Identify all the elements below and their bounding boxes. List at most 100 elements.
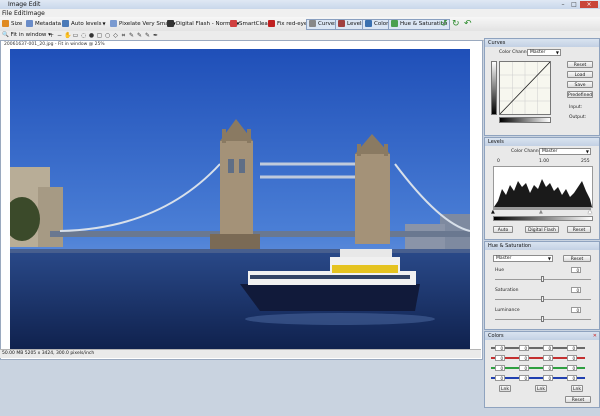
input-low-value: 0: [497, 159, 500, 164]
smartclean-button[interactable]: SmartClean: [230, 19, 271, 29]
rotate-right-icon[interactable]: ↻: [452, 19, 460, 29]
levels-channel-select[interactable]: Master ▼: [539, 148, 591, 155]
crop-icon[interactable]: ⌗: [120, 32, 127, 39]
color-value[interactable]: 0: [567, 365, 577, 371]
levels-reset-button[interactable]: Reset: [567, 226, 591, 233]
link-button[interactable]: Lnk: [535, 385, 547, 392]
eyedropper-plus-icon[interactable]: ✎: [136, 32, 143, 39]
color-value[interactable]: 0: [567, 345, 577, 351]
close-button[interactable]: ×: [580, 1, 598, 8]
close-icon[interactable]: ✕: [593, 332, 597, 340]
colors-header: Colors ✕: [485, 332, 599, 340]
link-button[interactable]: Lnk: [499, 385, 511, 392]
auto-levels-button[interactable]: Auto levels▼: [62, 19, 106, 29]
maximize-button[interactable]: □: [569, 1, 579, 8]
color-value[interactable]: 0: [519, 355, 529, 361]
zoom-select[interactable]: 🔍 Fit in window ▾: [2, 32, 51, 38]
luminance-value[interactable]: 0: [571, 307, 581, 313]
zoom-out-icon[interactable]: −: [56, 32, 63, 39]
auto-levels-icon: [62, 20, 69, 27]
saturation-value[interactable]: 0: [571, 287, 581, 293]
color-value[interactable]: 0: [519, 365, 529, 371]
chevron-down-icon: ▼: [547, 256, 551, 261]
color-row: 0 0 0 0: [487, 363, 597, 372]
color-value[interactable]: 0: [567, 375, 577, 381]
hue-slider-thumb[interactable]: [541, 276, 544, 282]
white-point-handle[interactable]: ▲: [588, 209, 592, 215]
curves-reset-button[interactable]: Reset: [567, 61, 593, 68]
menu-image[interactable]: Image: [26, 10, 45, 17]
undo-icon[interactable]: ↶: [464, 19, 472, 29]
minimize-button[interactable]: –: [558, 1, 568, 8]
luminance-slider-thumb[interactable]: [541, 316, 544, 322]
output-label: Output:: [569, 115, 587, 120]
saturation-slider-thumb[interactable]: [541, 296, 544, 302]
pen-icon[interactable]: ✒: [152, 32, 159, 39]
hue-saturation-header: Hue & Saturation: [485, 242, 599, 250]
hue-saturation-icon: [391, 20, 398, 27]
hue-reset-button[interactable]: Reset: [563, 255, 591, 262]
redeye-icon: [268, 20, 275, 27]
color-value[interactable]: 0: [519, 375, 529, 381]
status-bar: 50.00 MB 5205 x 3424, 300.0 pixels/inch: [0, 349, 481, 358]
size-button[interactable]: Size: [2, 19, 22, 29]
zoom-in-icon[interactable]: +: [48, 32, 55, 39]
digital-flash-button[interactable]: Digital Flash - Normal▼: [167, 19, 239, 29]
brush-icon[interactable]: ●: [88, 32, 95, 39]
gamma-handle[interactable]: ▲: [539, 209, 543, 215]
marquee-icon[interactable]: ▭: [72, 32, 79, 39]
curves-channel-select[interactable]: Master ▼: [527, 49, 561, 56]
color-value[interactable]: 0: [543, 355, 553, 361]
ellipse-icon[interactable]: ○: [104, 32, 111, 39]
metadata-button[interactable]: Metadata: [26, 19, 61, 29]
photo-canvas[interactable]: [10, 49, 470, 355]
link-button[interactable]: Lnk: [571, 385, 583, 392]
main-toolbar: Size Metadata Auto levels▼ Pixelate Very…: [0, 17, 600, 32]
hue-value[interactable]: 0: [571, 267, 581, 273]
lasso-icon[interactable]: ◌: [80, 32, 87, 39]
color-value[interactable]: 0: [543, 345, 553, 351]
color-value[interactable]: 0: [495, 355, 505, 361]
color-row: 0 0 0 0: [487, 353, 597, 362]
levels-panel: Levels Color Channel: Master ▼ 0 1.00 255…: [484, 137, 600, 240]
curves-load-button[interactable]: Load: [567, 71, 593, 78]
hue-channel-select[interactable]: Master ▼: [493, 255, 553, 262]
color-value[interactable]: 0: [543, 375, 553, 381]
input-label: Input:: [569, 105, 583, 110]
lasso-poly-icon[interactable]: ◇: [112, 32, 119, 39]
levels-digital-flash-button[interactable]: Digital Flash: [525, 226, 559, 233]
color-value[interactable]: 0: [543, 365, 553, 371]
eyedropper-icon[interactable]: ✎: [128, 32, 135, 39]
document-title: 20061637-001_20.jpg - Fit in window @ 25…: [4, 42, 105, 47]
pixelate-button[interactable]: Pixelate Very Small▼: [110, 19, 176, 29]
metadata-icon: [26, 20, 33, 27]
rotate-left-icon[interactable]: ↺: [440, 19, 448, 29]
color-value[interactable]: 0: [495, 375, 505, 381]
fix-redeye-button[interactable]: Fix red-eye: [268, 19, 307, 29]
levels-auto-button[interactable]: Auto: [493, 226, 513, 233]
pixelate-icon: [110, 20, 117, 27]
color-value[interactable]: 0: [495, 345, 505, 351]
eyedropper-minus-icon[interactable]: ✎: [144, 32, 151, 39]
curves-graph[interactable]: [499, 61, 551, 115]
menu-file[interactable]: File: [2, 10, 12, 17]
gamma-value: 1.00: [539, 159, 550, 164]
curves-save-button[interactable]: Save: [567, 81, 593, 88]
curves-panel: Curves Color Channel: Master ▼ Reset Load…: [484, 38, 600, 136]
document-window: 20061637-001_20.jpg - Fit in window @ 25…: [0, 40, 483, 360]
color-value[interactable]: 0: [495, 365, 505, 371]
curves-predefined-button[interactable]: Predefined: [567, 91, 593, 98]
hand-icon[interactable]: ✋: [64, 32, 71, 39]
colors-icon: [365, 20, 372, 27]
menu-edit[interactable]: Edit: [14, 10, 26, 17]
saturation-label: Saturation: [495, 288, 519, 293]
input-high-value: 255: [581, 159, 590, 164]
colors-reset-button[interactable]: Reset: [565, 396, 591, 403]
menu-bar: File Edit Image: [0, 9, 600, 17]
black-point-handle[interactable]: ▲: [491, 209, 495, 215]
color-value[interactable]: 0: [567, 355, 577, 361]
select-icon[interactable]: ▢: [96, 32, 103, 39]
tower-bridge-photo: [10, 49, 470, 355]
flash-icon: [167, 20, 174, 27]
color-value[interactable]: 0: [519, 345, 529, 351]
